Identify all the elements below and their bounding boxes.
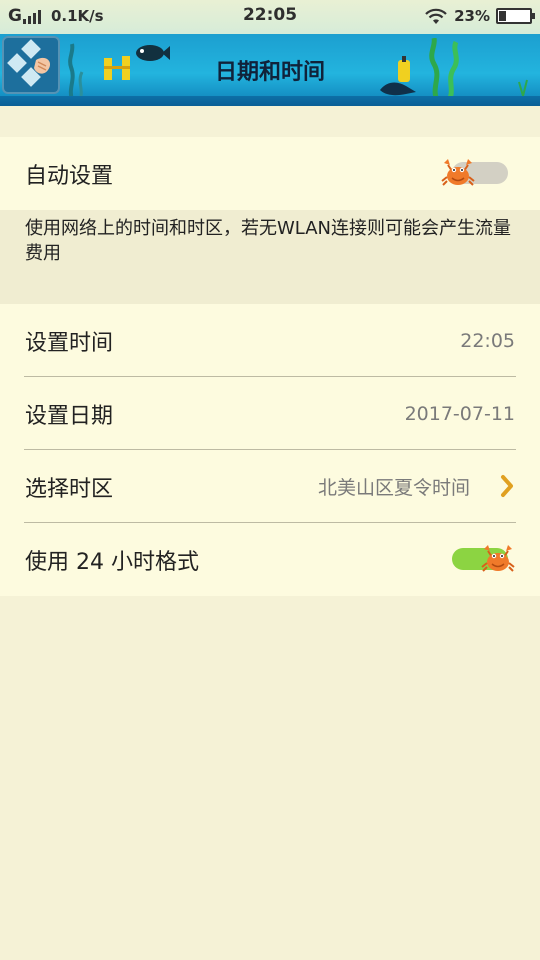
set-date-value: 2017-07-11 [404,402,515,425]
page-title: 日期和时间 [214,60,325,85]
time-zone-value: 北美山区夏令时间 [317,477,470,499]
use-24h-toggle[interactable] [452,545,515,572]
auto-set-description: 使用网络上的时间和时区，若无WLAN连接则可能会产生流量费用 [0,210,540,304]
use-24h-label: 使用 24 小时格式 [25,549,199,575]
battery-fill [499,11,507,21]
title-bar: 日期和时间 [0,34,540,106]
auto-set-toggle[interactable] [441,159,508,186]
settings-content: 自动设置 使用网络上的时间和时区，若无WLAN连接则可能会产生流量费用 设置时间… [0,106,540,596]
status-bar: G 0.1K/s 22:05 23% [0,0,540,34]
set-date-row[interactable]: 设置日期 2017-07-11 [0,377,540,450]
crab-icon [481,545,515,572]
crab-icon [441,159,475,186]
set-time-value: 22:05 [460,329,515,352]
use-24h-row[interactable]: 使用 24 小时格式 [0,523,540,596]
set-date-label: 设置日期 [25,403,114,429]
wifi-icon [425,8,447,24]
time-zone-row[interactable]: 选择时区 北美山区夏令时间 [0,450,540,523]
battery-icon [496,8,535,24]
time-zone-label: 选择时区 [25,476,114,502]
sea-floor [0,96,540,106]
set-time-row[interactable]: 设置时间 22:05 [0,304,540,377]
chevron-right-icon [501,475,513,497]
time-settings-group: 设置时间 22:05 设置日期 2017-07-11 选择时区 北美山区夏令时间… [0,304,540,596]
auto-set-label: 自动设置 [25,163,114,189]
top-spacer [0,106,540,137]
auto-set-row[interactable]: 自动设置 [0,137,540,210]
battery-percent: 23% [454,7,490,25]
set-time-label: 设置时间 [25,330,114,356]
status-right: 23% [424,7,535,25]
